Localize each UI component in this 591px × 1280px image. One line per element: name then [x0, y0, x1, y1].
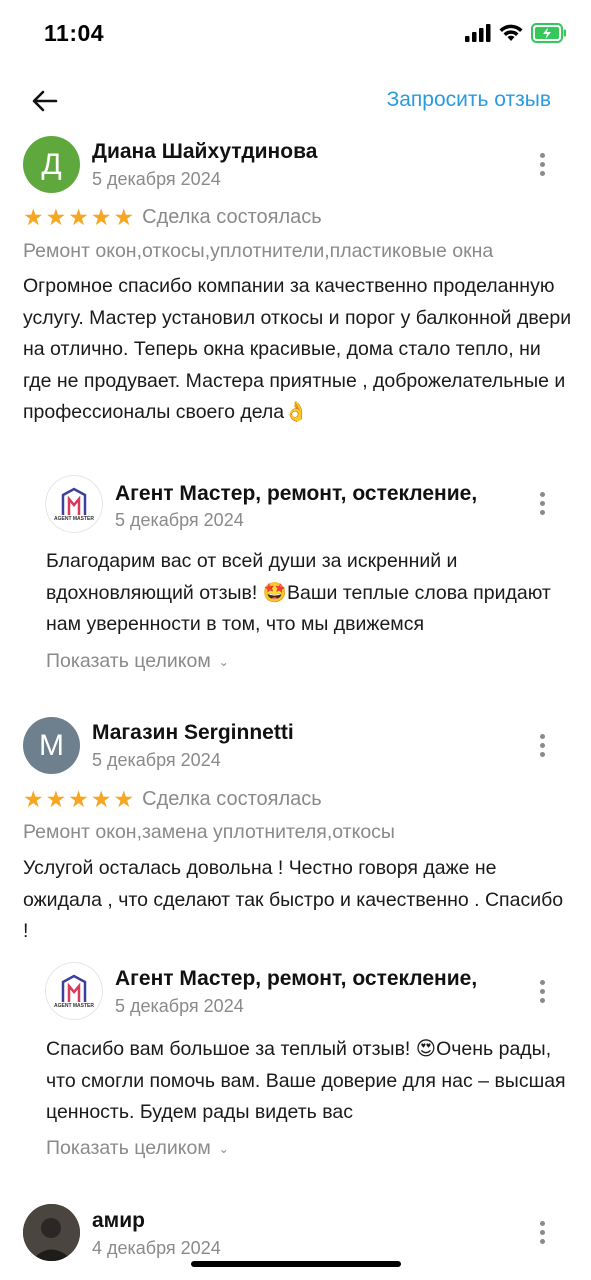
status-bar: 11:04 — [0, 0, 591, 72]
chevron-down-icon: ⌄ — [218, 1141, 229, 1156]
logo-text: AGENT MASTER — [54, 515, 94, 522]
deal-status: Сделка состоялась — [142, 788, 322, 810]
show-all-button[interactable]: Показать целиком ⌄ — [46, 1137, 229, 1160]
home-indicator — [191, 1261, 401, 1267]
star-icon: ★ — [45, 786, 67, 812]
review-author: Магазин Serginnetti — [92, 721, 294, 744]
rating-stars: ★ ★ ★ ★ ★ Сделка состоялась — [23, 788, 322, 811]
back-button[interactable] — [30, 86, 62, 116]
avatar — [23, 1204, 80, 1261]
rating-stars: ★ ★ ★ ★ ★ Сделка состоялась — [23, 206, 322, 229]
avatar-letter: Д — [41, 147, 62, 181]
request-review-link[interactable]: Запросить отзыв — [387, 88, 551, 112]
signal-icon — [465, 24, 491, 42]
star-icon: ★ — [90, 204, 112, 230]
star-icon: ★ — [68, 204, 89, 230]
status-time: 11:04 — [44, 20, 105, 46]
arrow-left-icon — [32, 90, 58, 112]
review-author: амир — [92, 1209, 145, 1232]
review-date: 5 декабря 2024 — [92, 750, 221, 770]
company-logo: AGENT MASTER — [46, 476, 102, 532]
avatar: М — [23, 717, 80, 774]
review-date: 4 декабря 2024 — [92, 1238, 221, 1258]
reply-more-options-button[interactable] — [532, 976, 552, 1006]
show-all-label: Показать целиком — [46, 650, 211, 672]
agent-master-logo-icon — [61, 974, 87, 1002]
review-author: Диана Шайхутдинова — [92, 140, 318, 163]
logo-text: AGENT MASTER — [54, 1002, 94, 1009]
more-options-button[interactable] — [532, 149, 552, 179]
user-photo-icon — [23, 1204, 80, 1261]
wifi-icon — [499, 24, 523, 41]
status-icons — [465, 23, 567, 43]
review-text: Услугой осталась довольна ! Честно говор… — [23, 857, 564, 942]
top-nav: Запросить отзыв — [0, 72, 591, 128]
review-services: Ремонт окон,откосы,уплотнители,пластиков… — [23, 240, 494, 262]
reply-author: Агент Мастер, ремонт, остекление, — [115, 482, 478, 505]
show-all-label: Показать целиком — [46, 1137, 211, 1159]
avatar: Д — [23, 136, 80, 193]
more-options-button[interactable] — [532, 1217, 552, 1247]
review-services: Ремонт окон,замена уплотнителя,откосы — [23, 821, 395, 843]
reply-more-options-button[interactable] — [532, 488, 552, 518]
star-icon: ★ — [90, 786, 112, 812]
agent-master-logo-icon — [61, 487, 87, 515]
more-options-button[interactable] — [532, 730, 552, 760]
star-icon: ★ — [68, 786, 89, 812]
review-text: Огромное спасибо компании за качественно… — [23, 275, 572, 423]
reply-date: 5 декабря 2024 — [115, 996, 244, 1016]
reply-text: Благодарим вас от всей души за искренний… — [46, 550, 551, 635]
star-icon: ★ — [113, 204, 135, 230]
reply-author: Агент Мастер, ремонт, остекление, — [115, 967, 478, 990]
company-logo: AGENT MASTER — [46, 963, 102, 1019]
chevron-down-icon: ⌄ — [218, 654, 229, 669]
star-icon: ★ — [45, 204, 67, 230]
review-date: 5 декабря 2024 — [92, 169, 221, 189]
star-icon: ★ — [113, 786, 135, 812]
reply-text: Спасибо вам большое за теплый отзыв! 😍Оч… — [46, 1038, 566, 1123]
avatar-letter: М — [39, 728, 64, 762]
show-all-button[interactable]: Показать целиком ⌄ — [46, 650, 229, 673]
star-icon: ★ — [23, 204, 44, 230]
star-icon: ★ — [23, 786, 44, 812]
reply-date: 5 декабря 2024 — [115, 510, 244, 530]
battery-icon — [531, 23, 566, 43]
deal-status: Сделка состоялась — [142, 206, 322, 228]
